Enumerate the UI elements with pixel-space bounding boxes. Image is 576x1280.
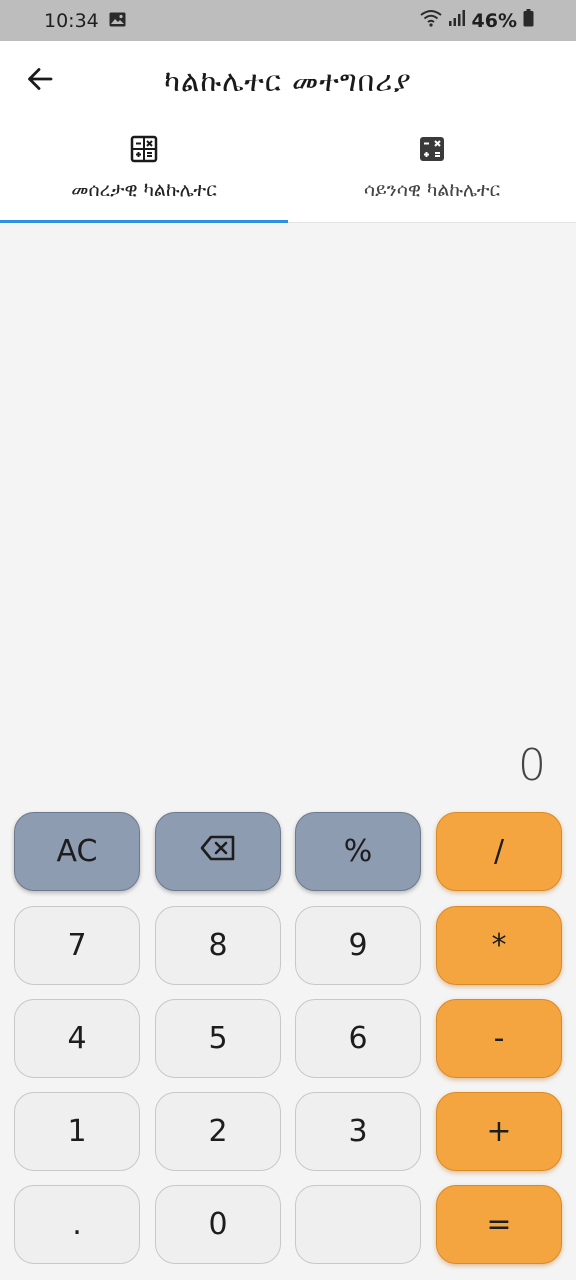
tab-basic-calculator[interactable]: መሰረታዊ ካልኩሌተር bbox=[0, 121, 288, 223]
arrow-left-icon bbox=[26, 65, 54, 97]
digit-2-button[interactable]: 2 bbox=[155, 1092, 281, 1171]
signal-icon bbox=[448, 9, 466, 32]
calculator-display: 0 bbox=[518, 740, 546, 791]
page-title: ካልኩሌተር መተግበሪያ bbox=[164, 63, 412, 98]
tab-scientific-calculator-label: ሳይንሳዊ ካልኩሌተር bbox=[363, 179, 501, 201]
digit-0-button[interactable]: 0 bbox=[155, 1185, 281, 1264]
multiply-button[interactable]: * bbox=[436, 906, 562, 985]
add-button[interactable]: + bbox=[436, 1092, 562, 1171]
digit-8-button[interactable]: 8 bbox=[155, 906, 281, 985]
status-time: 10:34 bbox=[44, 9, 99, 32]
percent-button[interactable]: % bbox=[295, 812, 421, 891]
subtract-button[interactable]: - bbox=[436, 999, 562, 1078]
calculator-filled-icon bbox=[418, 135, 446, 163]
digit-9-button[interactable]: 9 bbox=[295, 906, 421, 985]
image-icon bbox=[109, 10, 126, 32]
app-bar: ካልኩሌተር መተግበሪያ bbox=[0, 41, 576, 121]
divide-button[interactable]: / bbox=[436, 812, 562, 891]
wifi-icon bbox=[419, 9, 442, 32]
calculator-tabs: መሰረታዊ ካልኩሌተር ሳይንሳዊ ካልኩሌተር bbox=[0, 121, 576, 223]
backspace-button[interactable] bbox=[155, 812, 281, 891]
decimal-button[interactable]: . bbox=[14, 1185, 140, 1264]
blank-key-button[interactable] bbox=[295, 1185, 421, 1264]
back-button[interactable] bbox=[20, 61, 60, 101]
digit-7-button[interactable]: 7 bbox=[14, 906, 140, 985]
digit-4-button[interactable]: 4 bbox=[14, 999, 140, 1078]
status-bar: 10:34 46% bbox=[0, 0, 576, 41]
digit-5-button[interactable]: 5 bbox=[155, 999, 281, 1078]
tab-scientific-calculator[interactable]: ሳይንሳዊ ካልኩሌተር bbox=[288, 121, 576, 222]
digit-3-button[interactable]: 3 bbox=[295, 1092, 421, 1171]
digit-1-button[interactable]: 1 bbox=[14, 1092, 140, 1171]
clear-button[interactable]: AC bbox=[14, 812, 140, 891]
battery-percentage: 46% bbox=[471, 9, 517, 32]
active-tab-indicator bbox=[0, 220, 288, 223]
equals-button[interactable]: = bbox=[436, 1185, 562, 1264]
digit-6-button[interactable]: 6 bbox=[295, 999, 421, 1078]
tab-basic-calculator-label: መሰረታዊ ካልኩሌተር bbox=[71, 179, 217, 201]
battery-icon bbox=[523, 9, 534, 32]
backspace-icon bbox=[200, 834, 236, 869]
calculator-icon bbox=[130, 135, 158, 163]
